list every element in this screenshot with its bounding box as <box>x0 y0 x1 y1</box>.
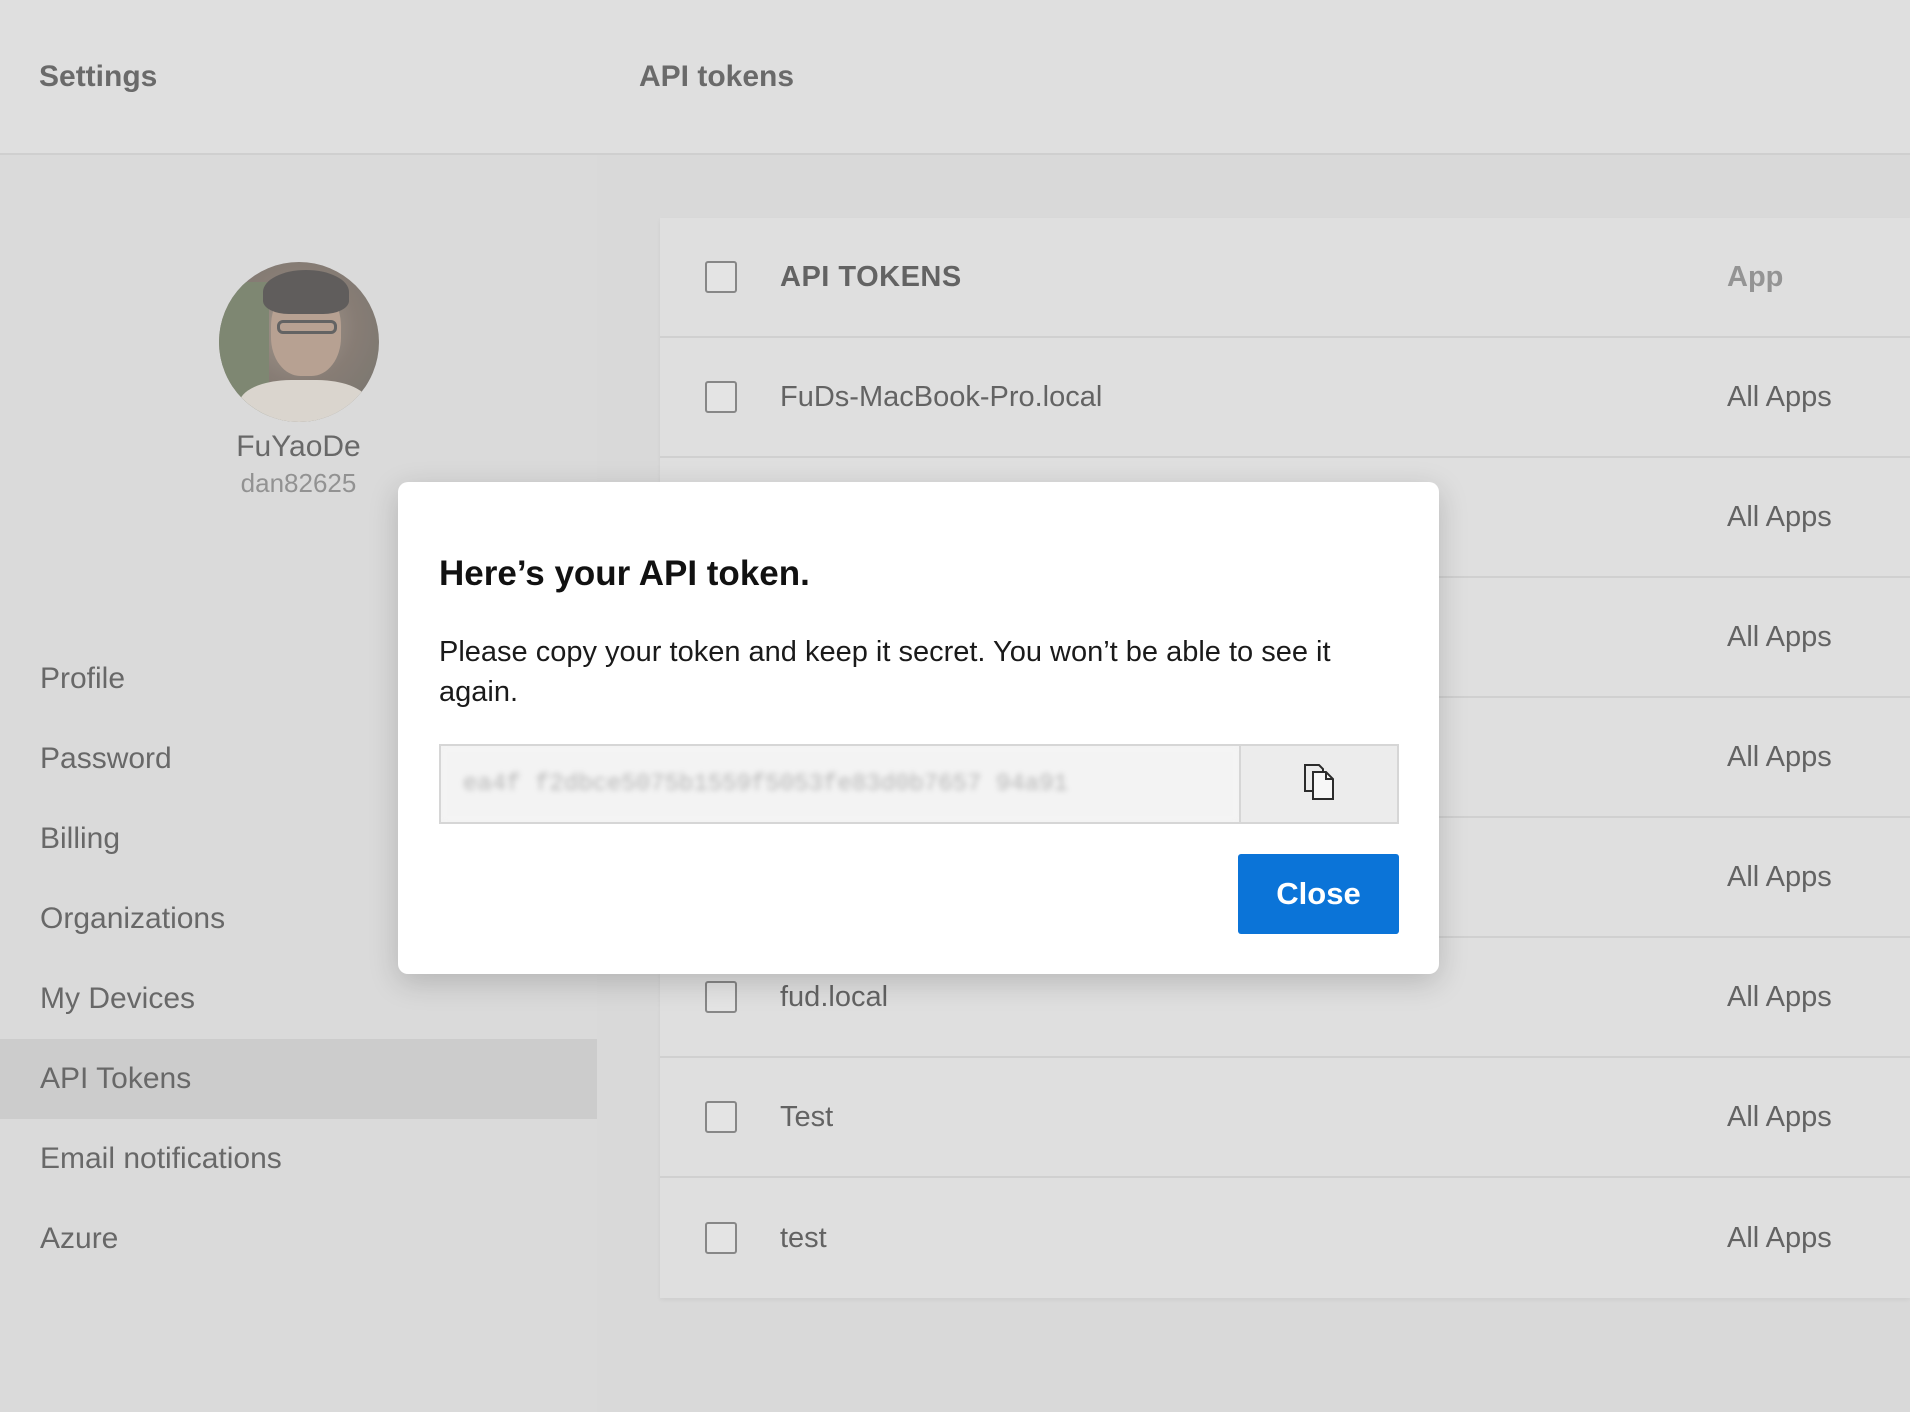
token-field-group: ea4f f2dbce5075b1559f5053fe83d0b7657 94a… <box>439 744 1399 824</box>
api-token-dialog: Here’s your API token. Please copy your … <box>398 482 1439 974</box>
token-field[interactable]: ea4f f2dbce5075b1559f5053fe83d0b7657 94a… <box>439 744 1239 824</box>
token-value[interactable]: ea4f f2dbce5075b1559f5053fe83d0b7657 94a… <box>441 746 1239 822</box>
dialog-message: Please copy your token and keep it secre… <box>439 636 1331 708</box>
copy-icon <box>1302 763 1336 806</box>
copy-button[interactable] <box>1239 744 1399 824</box>
close-button[interactable]: Close <box>1238 854 1399 934</box>
dialog-title: Here’s your API token. <box>439 554 810 593</box>
app-window: Settings FuYaoDe dan82625 Profile Passwo… <box>0 0 1910 1412</box>
